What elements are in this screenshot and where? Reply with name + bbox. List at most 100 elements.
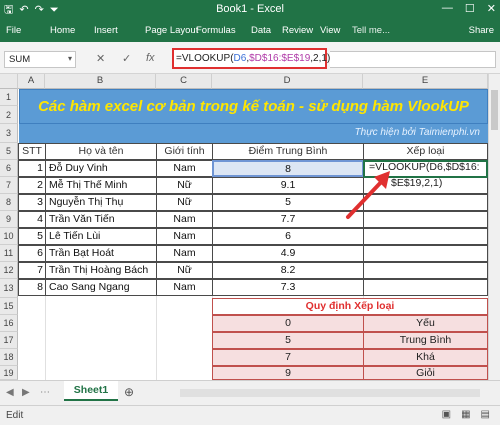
subtitle-banner[interactable]: Thực hiện bởi Taimienphi.vn: [19, 124, 488, 143]
rule-min[interactable]: 9: [212, 366, 364, 380]
row-header[interactable]: 8: [0, 194, 18, 211]
rule-grade[interactable]: Giỏi: [363, 366, 488, 380]
row-header[interactable]: 17: [0, 332, 18, 349]
rule-min[interactable]: 7: [212, 349, 364, 366]
row-header[interactable]: 19: [0, 366, 18, 380]
cell-gender[interactable]: Nam: [156, 211, 213, 228]
row-header[interactable]: 10: [0, 228, 18, 245]
enter-icon[interactable]: ✓: [122, 52, 131, 65]
share-button[interactable]: Share: [469, 25, 494, 36]
cell-grade[interactable]: [363, 279, 488, 296]
cell-score[interactable]: 8.2: [212, 262, 364, 279]
row-header[interactable]: 16: [0, 315, 18, 332]
row-header[interactable]: 5: [0, 143, 18, 160]
sheet-tab-sheet1[interactable]: Sheet1: [64, 381, 118, 401]
cell-stt[interactable]: 8: [18, 279, 46, 296]
row-header[interactable]: 18: [0, 349, 18, 366]
cell-name[interactable]: Trần Văn Tiến: [45, 211, 157, 228]
cell-gender[interactable]: Nam: [156, 245, 213, 262]
row-header[interactable]: 2: [0, 106, 18, 124]
next-sheet-icon[interactable]: ▶: [22, 387, 30, 398]
cell-stt[interactable]: 3: [18, 194, 46, 211]
cell-name[interactable]: Trần Thị Hoàng Bách: [45, 262, 157, 279]
maximize-icon[interactable]: ☐: [465, 2, 475, 15]
cell-gender[interactable]: Nữ: [156, 177, 213, 194]
rule-grade[interactable]: Khá: [363, 349, 488, 366]
cell-stt[interactable]: 6: [18, 245, 46, 262]
row-header[interactable]: 11: [0, 245, 18, 262]
cell-name[interactable]: Mễ Thị Thế Minh: [45, 177, 157, 194]
cell-gender[interactable]: Nam: [156, 160, 213, 177]
close-icon[interactable]: ✕: [487, 2, 496, 15]
header-gender[interactable]: Giới tính: [156, 143, 213, 160]
select-all-corner[interactable]: [0, 74, 18, 89]
col-header-e[interactable]: E: [363, 74, 488, 89]
macro-record-icon[interactable]: ▣: [442, 409, 451, 420]
tab-review[interactable]: Review: [282, 25, 313, 36]
tab-home[interactable]: Home: [50, 25, 75, 36]
scrollbar-thumb[interactable]: [491, 90, 498, 130]
tab-insert[interactable]: Insert: [94, 25, 118, 36]
horizontal-scrollbar[interactable]: [180, 389, 480, 397]
cell-stt[interactable]: 2: [18, 177, 46, 194]
cell-grade[interactable]: [363, 262, 488, 279]
row-header[interactable]: 13: [0, 279, 18, 298]
rule-min[interactable]: 5: [212, 332, 364, 349]
row-header[interactable]: 6: [0, 160, 18, 177]
page-layout-view-icon[interactable]: ▤: [481, 409, 490, 420]
add-sheet-icon[interactable]: ⊕: [124, 385, 134, 399]
row-header[interactable]: 15: [0, 298, 18, 315]
cell-grade[interactable]: [363, 228, 488, 245]
cell-score[interactable]: 6: [212, 228, 364, 245]
rule-grade[interactable]: Yếu: [363, 315, 488, 332]
cell-name[interactable]: Cao Sang Ngang: [45, 279, 157, 296]
cell-stt[interactable]: 7: [18, 262, 46, 279]
cell-grade[interactable]: [363, 245, 488, 262]
cell-gender[interactable]: Nữ: [156, 194, 213, 211]
cell-gender[interactable]: Nữ: [156, 262, 213, 279]
insert-function-icon[interactable]: fx: [146, 52, 155, 64]
col-header-b[interactable]: B: [45, 74, 156, 89]
title-banner[interactable]: Các hàm excel cơ bản trong kế toán - sử …: [19, 89, 488, 124]
row-header[interactable]: 7: [0, 177, 18, 194]
vertical-scrollbar[interactable]: [488, 74, 500, 380]
rule-min[interactable]: 0: [212, 315, 364, 332]
formula-bar-field[interactable]: [330, 51, 496, 68]
header-grade[interactable]: Xếp loại: [363, 143, 488, 160]
rule-grade[interactable]: Trung Bình: [363, 332, 488, 349]
cell-stt[interactable]: 5: [18, 228, 46, 245]
row-header[interactable]: 3: [0, 124, 18, 143]
tab-data[interactable]: Data: [251, 25, 271, 36]
normal-view-icon[interactable]: ▦: [461, 409, 470, 420]
cell-name[interactable]: Lê Tiến Lùi: [45, 228, 157, 245]
cell-gender[interactable]: Nam: [156, 228, 213, 245]
cell-stt[interactable]: 1: [18, 160, 46, 177]
tab-file[interactable]: File: [6, 25, 21, 36]
minimize-icon[interactable]: —: [442, 2, 453, 15]
header-stt[interactable]: STT: [18, 143, 46, 160]
tab-page-layout[interactable]: Page Layout: [145, 25, 198, 36]
row-header[interactable]: 12: [0, 262, 18, 279]
col-header-d[interactable]: D: [212, 74, 363, 89]
cell-name[interactable]: Nguyễn Thị Thụ: [45, 194, 157, 211]
header-score[interactable]: Điểm Trung Bình: [212, 143, 364, 160]
cell-gender[interactable]: Nam: [156, 279, 213, 296]
col-header-c[interactable]: C: [156, 74, 212, 89]
header-name[interactable]: Họ và tên: [45, 143, 157, 160]
cell-name[interactable]: Trần Bạt Hoát: [45, 245, 157, 262]
prev-sheet-icon[interactable]: ◀: [6, 387, 14, 398]
col-header-a[interactable]: A: [18, 74, 45, 89]
rule-table-title[interactable]: Quy định Xếp loại: [212, 298, 488, 315]
more-sheets-icon[interactable]: ⋯: [40, 387, 50, 398]
tell-me-box[interactable]: Tell me...: [352, 25, 390, 36]
row-header[interactable]: 1: [0, 89, 18, 106]
cell-score[interactable]: 7.3: [212, 279, 364, 296]
name-box[interactable]: SUM ▾: [4, 51, 76, 68]
cell-name[interactable]: Đỗ Duy Vinh: [45, 160, 157, 177]
tab-formulas[interactable]: Formulas: [196, 25, 236, 36]
cell-stt[interactable]: 4: [18, 211, 46, 228]
chevron-down-icon[interactable]: ▾: [68, 54, 72, 63]
cell-score[interactable]: 4.9: [212, 245, 364, 262]
cancel-icon[interactable]: ✕: [96, 52, 105, 65]
formula-input[interactable]: =VLOOKUP(D6,$D$16:$E$19,2,1): [172, 48, 330, 69]
